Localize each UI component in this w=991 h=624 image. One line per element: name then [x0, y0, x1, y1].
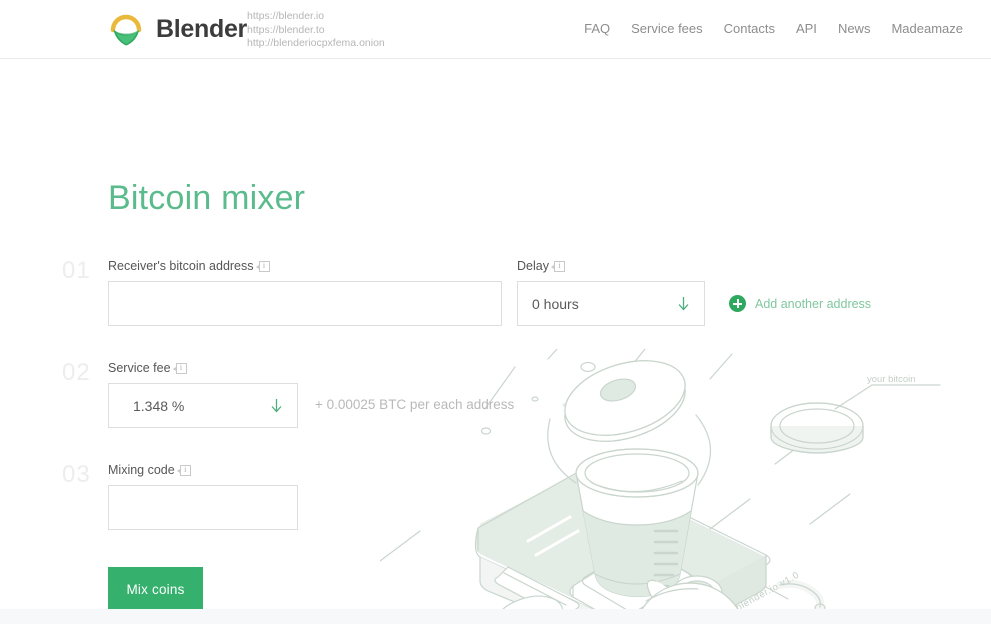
info-icon[interactable]: i [172, 362, 187, 374]
site-url-2[interactable]: https://blender.to [247, 24, 385, 38]
receiver-address-input[interactable] [108, 281, 502, 326]
main-navigation: FAQ Service fees Contacts API News Madea… [584, 21, 963, 36]
receiver-address-label-text: Receiver's bitcoin address [108, 259, 254, 273]
blender-machine-illustration: blender.io v1.0 your bitcoin forward add… [380, 349, 991, 624]
step-number-03: 03 [62, 461, 91, 488]
site-header: Blender https://blender.io https://blend… [0, 0, 991, 59]
brand-name: Blender [156, 15, 247, 43]
delay-select-value: 0 hours [532, 295, 579, 312]
blender-logo-icon [107, 11, 147, 48]
service-fee-value: 1.348 % [133, 397, 185, 414]
mixing-code-label-text: Mixing code [108, 463, 175, 477]
mixing-code-label: Mixing code i [108, 463, 191, 477]
mixing-code-input[interactable] [108, 485, 298, 530]
illustration-label-your-bitcoin: your bitcoin [867, 374, 916, 385]
nav-item-news[interactable]: News [838, 21, 871, 36]
plus-circle-icon [729, 295, 746, 312]
arrow-down-icon [677, 296, 690, 311]
service-fee-label: Service fee i [108, 361, 187, 375]
service-fee-label-text: Service fee [108, 361, 171, 375]
service-fee-select[interactable]: 1.348 % [108, 383, 298, 428]
delay-select[interactable]: 0 hours [517, 281, 705, 326]
nav-item-contacts[interactable]: Contacts [724, 21, 775, 36]
illustration-device-label: blender.io v1.0 [734, 570, 801, 614]
step-number-02: 02 [62, 359, 91, 386]
info-icon[interactable]: i [550, 260, 565, 272]
service-fee-note: + 0.00025 BTC per each address [315, 397, 515, 412]
site-url-3[interactable]: http://blenderiocpxfema.onion [247, 37, 385, 51]
nav-item-madeamaze[interactable]: Madeamaze [891, 21, 963, 36]
receiver-address-label: Receiver's bitcoin address i [108, 259, 270, 273]
mix-coins-button[interactable]: Mix coins [108, 567, 203, 612]
main-content: blender.io v1.0 your bitcoin forward add… [0, 59, 991, 624]
delay-label-text: Delay [517, 259, 549, 273]
step-number-01: 01 [62, 257, 91, 284]
page-title: Bitcoin mixer [108, 179, 306, 217]
info-icon[interactable]: i [255, 260, 270, 272]
delay-label: Delay i [517, 259, 565, 273]
info-icon[interactable]: i [176, 464, 191, 476]
site-url-1[interactable]: https://blender.io [247, 10, 385, 24]
nav-item-api[interactable]: API [796, 21, 817, 36]
arrow-down-icon [270, 398, 283, 413]
nav-item-faq[interactable]: FAQ [584, 21, 610, 36]
nav-item-service-fees[interactable]: Service fees [631, 21, 703, 36]
add-another-address-label: Add another address [755, 296, 872, 311]
footer-band [0, 609, 991, 624]
add-another-address-button[interactable]: Add another address [729, 295, 871, 312]
brand-logo[interactable]: Blender [107, 11, 247, 48]
site-urls: https://blender.io https://blender.to ht… [247, 10, 385, 51]
